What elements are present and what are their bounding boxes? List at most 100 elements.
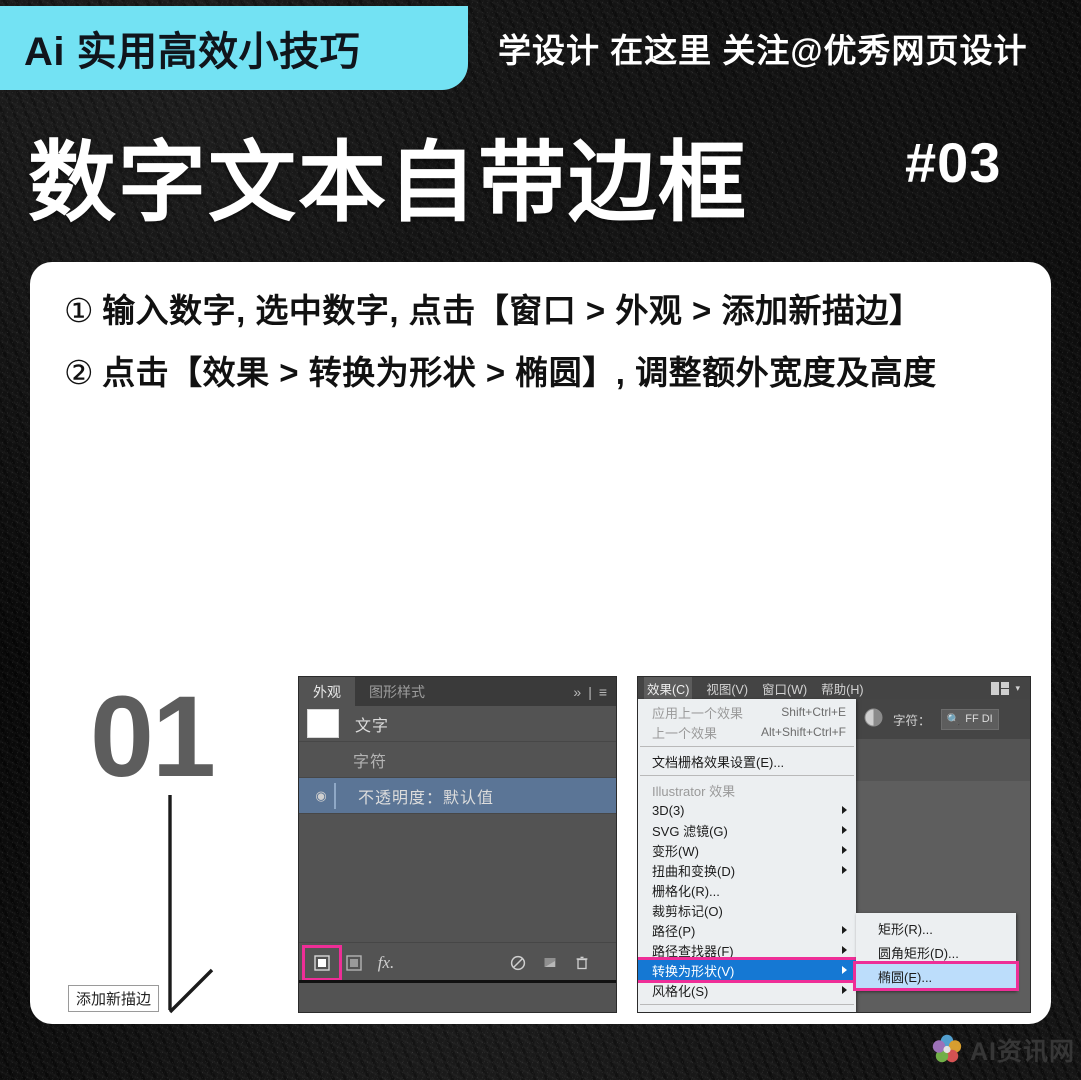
menu-item-path[interactable]: 路径(P): [638, 920, 856, 940]
convert-to-shape-submenu: 矩形(R)... 圆角矩形(D)... 椭圆(E)...: [853, 913, 1019, 991]
step-item: ② 点击【效果 > 转换为形状 > 椭圆】, 调整额外宽度及高度: [64, 346, 1024, 394]
watermark-text: AI资讯网: [969, 1038, 1075, 1066]
appearance-row-label: 字符: [353, 753, 388, 771]
content-card: ① 输入数字, 选中数字, 点击【窗口 > 外观 > 添加新描边】 ② 点击【效…: [30, 262, 1051, 1024]
menu-item-label: 变形(W): [652, 843, 699, 859]
menu-item-shortcut: Alt+Shift+Ctrl+F: [760, 725, 846, 739]
appearance-rows: 文字 字符 ◉ 不透明度：默认值: [299, 706, 616, 943]
menu-item-rasterize[interactable]: 栅格化(R)...: [638, 880, 856, 900]
menu-item-warp[interactable]: 变形(W): [638, 840, 856, 860]
menu-window[interactable]: 窗口(W): [762, 679, 807, 698]
menu-item-last-effect[interactable]: 上一个效果 Alt+Shift+Ctrl+F: [638, 722, 856, 742]
menu-item-label: SVG 滤镜(G): [652, 823, 728, 839]
issue-number: #03: [905, 131, 1002, 194]
effects-dropdown-menu: 应用上一个效果 Shift+Ctrl+E 上一个效果 Alt+Shift+Ctr…: [638, 699, 859, 1013]
menu-item-label: 文档栅格效果设置(E)...: [652, 754, 785, 770]
menu-item-svg-filters[interactable]: SVG 滤镜(G): [638, 820, 856, 840]
step-text: 输入数字, 选中数字, 点击【窗口 > 外观 > 添加新描边】: [102, 292, 923, 329]
menu-item-label: Illustrator 效果: [652, 783, 736, 799]
menu-help[interactable]: 帮助(H): [821, 679, 863, 698]
add-new-fill-icon[interactable]: [339, 949, 369, 977]
step-marker: ②: [64, 354, 95, 391]
menu-item-shortcut: Shift+Ctrl+E: [781, 705, 846, 719]
menu-view[interactable]: 视图(V): [706, 679, 748, 698]
submenu-item-rounded-rectangle[interactable]: 圆角矩形(D)...: [856, 940, 1016, 964]
header-ribbon: Ai 实用高效小技巧: [0, 6, 468, 90]
submenu-arrow-icon: [842, 986, 847, 994]
add-new-effect-icon[interactable]: fx.: [371, 949, 401, 977]
submenu-arrow-icon: [842, 946, 847, 954]
appearance-row-opacity[interactable]: ◉ 不透明度：默认值: [299, 778, 616, 814]
font-family-value: FF DI: [965, 713, 993, 725]
page-title: 数字文本自带边框: [28, 133, 749, 232]
steps-list: ① 输入数字, 选中数字, 点击【窗口 > 外观 > 添加新描边】 ② 点击【效…: [64, 284, 1024, 408]
chevron-down-icon[interactable]: ▾: [1015, 683, 1020, 694]
control-bar: 字符： 🔍 FF DI: [850, 699, 1030, 739]
header-tagline: 学设计 在这里 关注@优秀网页设计: [498, 32, 1028, 69]
down-arrow-icon: [168, 795, 214, 1014]
duplicate-item-icon[interactable]: [535, 949, 565, 977]
collapse-icon[interactable]: »: [573, 684, 581, 700]
step-marker: ①: [64, 292, 95, 329]
submenu-item-label: 矩形(R)...: [878, 921, 933, 937]
menu-item-label: 风格化(S): [652, 983, 709, 999]
menu-item-label: 栅格化(R)...: [652, 883, 720, 899]
menu-item-crop-marks[interactable]: 裁剪标记(O): [638, 900, 856, 920]
appearance-tabbar: 外观 图形样式 » | ≡: [299, 677, 616, 706]
appearance-row-text[interactable]: 文字: [299, 706, 616, 742]
appearance-tabbar-actions: » | ≡: [573, 677, 616, 706]
eye-icon[interactable]: ◉: [308, 788, 334, 804]
submenu-item-label: 圆角矩形(D)...: [878, 945, 959, 961]
menu-item-label: 裁剪标记(O): [652, 903, 723, 919]
add-stroke-tooltip: 添加新描边: [68, 985, 160, 1012]
delete-item-icon[interactable]: [567, 949, 597, 977]
submenu-item-ellipse[interactable]: 椭圆(E)...: [853, 961, 1019, 991]
divider: |: [588, 683, 592, 700]
fill-swatch[interactable]: [307, 709, 339, 738]
appearance-footer-toolbar: fx.: [299, 943, 616, 983]
menu-item-label: 应用上一个效果: [652, 705, 744, 721]
effects-menu-screenshot: 效果(C) 视图(V) 窗口(W) 帮助(H) ▾ 字符： 🔍 FF DI 应用…: [638, 677, 1030, 1012]
appearance-panel: 外观 图形样式 » | ≡ 文字 字符 ◉ 不透明度：默认值 fx.: [299, 677, 616, 1012]
step-text: 点击【效果 > 转换为形状 > 椭圆】, 调整额外宽度及高度: [102, 354, 937, 391]
menu-item-label: 扭曲和变换(D): [652, 863, 736, 879]
appearance-row-character[interactable]: 字符: [299, 742, 616, 778]
workspace-switcher[interactable]: ▾: [991, 681, 1030, 695]
menu-item-3d[interactable]: 3D(3): [638, 800, 856, 820]
appearance-row-label: 不透明度：默认值: [358, 789, 495, 807]
menu-item-distort-transform[interactable]: 扭曲和变换(D): [638, 860, 856, 880]
demo-plain-number: 01: [90, 673, 216, 801]
tab-appearance[interactable]: 外观: [299, 677, 355, 706]
step-item: ① 输入数字, 选中数字, 点击【窗口 > 外观 > 添加新描边】: [64, 284, 1024, 332]
recolor-artwork-icon[interactable]: [864, 708, 883, 730]
tab-graphic-styles[interactable]: 图形样式: [355, 677, 439, 706]
menu-item-convert-to-shape[interactable]: 转换为形状(V): [638, 957, 859, 983]
menu-item-label: 3D(3): [652, 802, 685, 818]
submenu-arrow-icon: [842, 966, 847, 974]
menu-section-illustrator-effects: Illustrator 效果: [638, 780, 856, 800]
menu-item-label: 上一个效果: [652, 725, 718, 741]
submenu-arrow-icon: [842, 846, 847, 854]
menu-separator: [640, 746, 854, 747]
character-label: 字符：: [893, 713, 931, 728]
menu-item-raster-settings[interactable]: 文档栅格效果设置(E)...: [638, 751, 856, 771]
appearance-row-label: 文字: [355, 717, 390, 735]
submenu-arrow-icon: [842, 806, 847, 814]
menu-effects[interactable]: 效果(C): [644, 677, 693, 700]
clear-appearance-icon[interactable]: [503, 949, 533, 977]
panel-scrollbar[interactable]: [299, 980, 616, 983]
flower-logo-icon: [932, 1034, 962, 1063]
watermark: AI资讯网: [930, 1032, 1075, 1068]
menu-item-apply-last-effect[interactable]: 应用上一个效果 Shift+Ctrl+E: [638, 702, 856, 722]
font-family-field[interactable]: 🔍 FF DI: [940, 708, 999, 730]
menu-separator: [640, 775, 854, 776]
panel-menu-icon[interactable]: ≡: [599, 684, 607, 700]
search-icon: 🔍: [946, 713, 961, 726]
submenu-arrow-icon: [842, 926, 847, 934]
menu-item-pathfinder[interactable]: 路径查找器(F): [638, 940, 856, 960]
highlight-box-add-stroke: [302, 945, 342, 981]
submenu-item-rectangle[interactable]: 矩形(R)...: [856, 916, 1016, 940]
menu-item-label: 路径查找器(F): [652, 943, 734, 959]
menu-item-stylize[interactable]: 风格化(S): [638, 980, 856, 1000]
menu-item-label: Photoshop 效果: [652, 1010, 744, 1013]
